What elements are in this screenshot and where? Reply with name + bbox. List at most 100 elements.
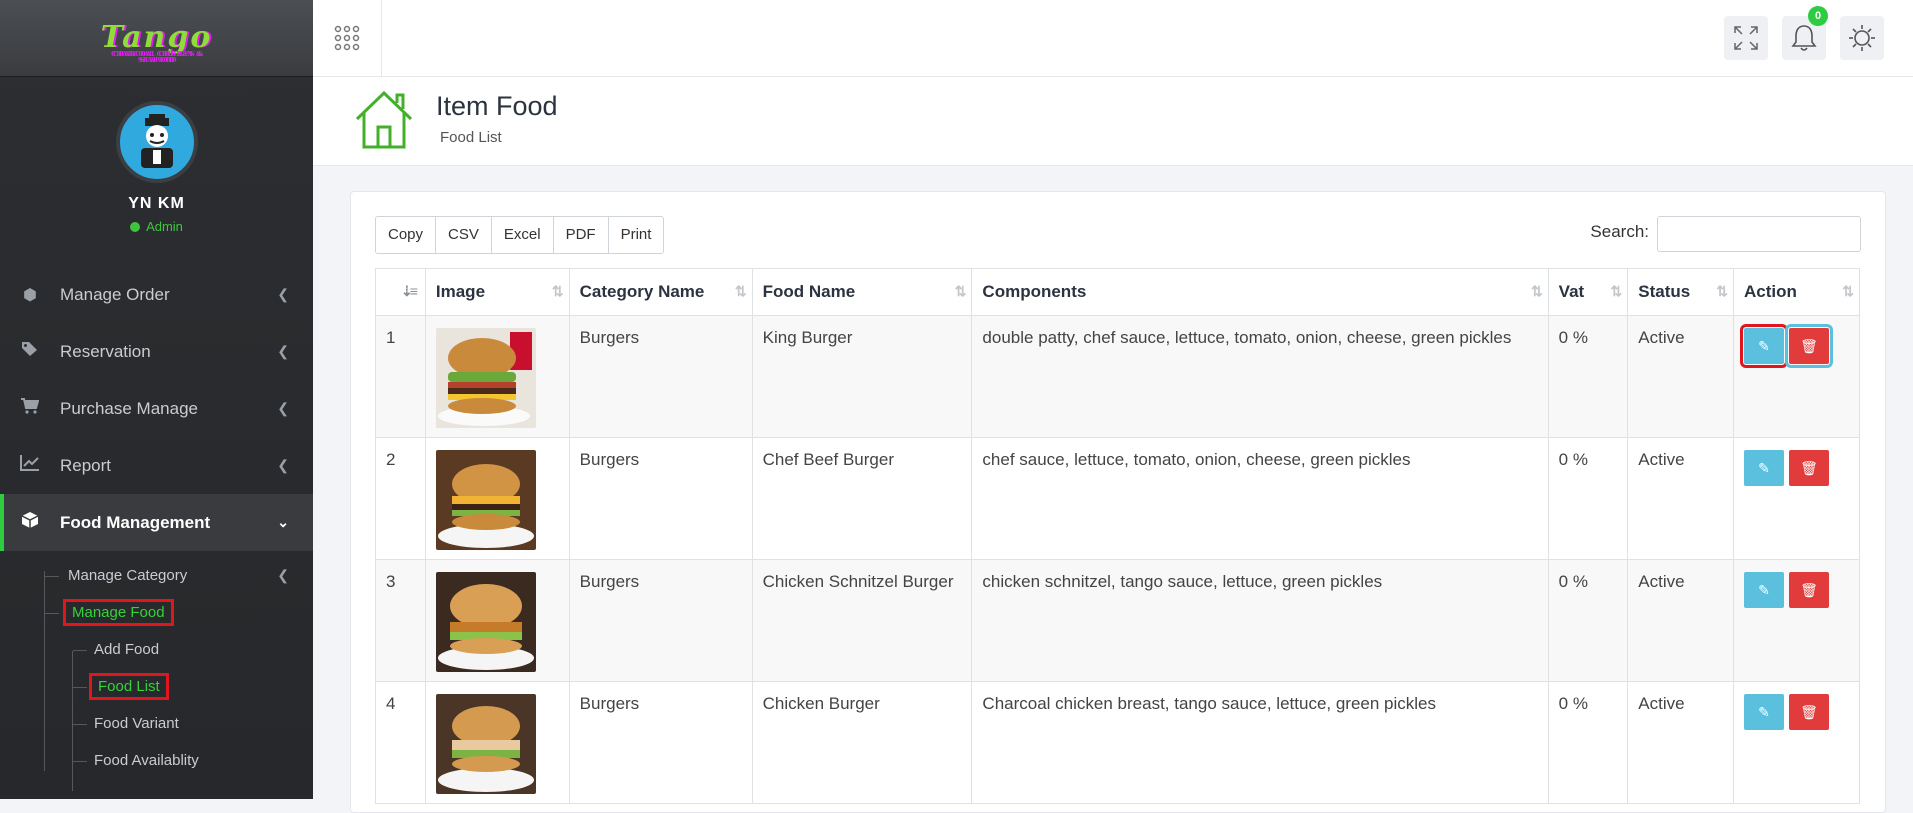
apps-grid-button[interactable] [313,0,382,76]
submenu-add-food[interactable]: Add Food [0,631,313,668]
chevron-left-icon: ❮ [277,457,289,473]
sidebar-item-reservation[interactable]: Reservation ❮ [0,323,313,380]
table-row: 1 Burgers King Burger double patty, chef… [375,315,1860,438]
food-image[interactable] [435,450,536,550]
food-image[interactable] [435,328,536,428]
sort-icon: ⇅ [551,283,564,299]
sidebar-menu: ⬢ Manage Order ❮ Reservation ❮ Purchase … [0,266,313,791]
sort-icon: ⇅ [734,283,747,299]
page-header: Item Food Food List [313,77,1913,166]
pdf-button[interactable]: PDF [553,217,609,253]
column-header-vat[interactable]: Vat ⇅ [1547,268,1629,316]
sidebar-item-manage-order[interactable]: ⬢ Manage Order ❮ [0,266,313,323]
edit-button[interactable]: ✎ [1744,694,1784,730]
submenu-manage-food[interactable]: Manage Food [0,594,313,631]
column-header-image[interactable]: Image ⇅ [424,268,570,316]
tree-dash [73,686,87,688]
sidebar-item-label: Food Management [60,512,211,532]
brand-bar: Tango CHARCOAL CHICKEN & SEAFOOD [0,0,313,77]
column-header-components[interactable]: Components ⇅ [971,268,1549,316]
row-number: 3 [375,559,426,682]
delete-button[interactable]: 🗑 [1789,572,1829,608]
table-header-row: ⇣≡ Image ⇅ Category Name ⇅ Food Name ⇅ Comp… [375,268,1860,316]
status-cell: Active [1627,681,1734,804]
status-cell: Active [1627,559,1734,682]
sidebar-item-label: Purchase Manage [60,398,198,418]
sort-icon: ⇅ [1716,283,1728,299]
user-role: Admin [0,219,313,234]
apps-grid-icon [334,25,360,51]
column-header-food-name[interactable]: Food Name ⇅ [751,268,973,316]
chef-avatar-icon [140,114,173,168]
export-button-group: Copy CSV Excel PDF Print [375,216,665,254]
notifications-button[interactable]: 0 [1782,6,1828,60]
table-row: 4 Burgers Chicken Burger Charcoal chicke… [375,681,1860,804]
column-header-label: Action [1744,282,1797,301]
submenu-label: Food Variant [94,715,179,732]
row-number: 1 [375,315,426,438]
sidebar-item-report[interactable]: Report ❮ [0,437,313,494]
table-row: 3 Burgers Chicken Schnitzel Burger chick… [375,559,1860,682]
table-row: 2 Burgers Chef Beef Burger chef sauce, l… [375,437,1860,560]
chevron-left-icon: ❮ [277,400,289,416]
trash-icon: 🗑 [1800,581,1818,598]
column-header-number[interactable]: ⇣≡ [375,268,426,316]
column-header-category-name[interactable]: Category Name ⇅ [568,268,753,316]
sidebar-item-label: Manage Order [60,284,170,304]
submenu-label: Add Food [94,641,160,658]
food-image[interactable] [435,572,536,672]
delete-button[interactable]: 🗑 [1789,694,1829,730]
submenu-food-variant[interactable]: Food Variant [0,705,313,742]
category-cell: Burgers [568,315,753,438]
submenu-food-list[interactable]: Food List [0,668,313,705]
line-chart-icon [18,455,42,476]
avatar[interactable] [115,101,198,183]
delete-button[interactable]: 🗑 [1785,324,1833,368]
submenu-manage-category[interactable]: Manage Category ❮ [0,557,313,594]
edit-button[interactable]: ✎ [1744,572,1784,608]
delete-button[interactable]: 🗑 [1789,450,1829,486]
fullscreen-button[interactable] [1724,16,1768,60]
row-number: 4 [375,681,426,804]
print-button[interactable]: Print [608,217,664,253]
status-cell: Active [1627,437,1734,560]
trash-icon: 🗑 [1800,337,1818,354]
sidebar-item-food-management[interactable]: Food Management ⌄ [0,494,313,551]
theme-toggle-button[interactable] [1840,16,1884,60]
column-header-label: Image [435,282,486,301]
sidebar: Tango CHARCOAL CHICKEN & SEAFOOD YN KM A… [0,0,313,799]
column-header-label: Category Name [579,282,705,301]
tree-dash [73,760,87,762]
sort-desc-icon: ⇣≡ [400,283,418,299]
tree-dash [45,612,59,614]
vat-cell: 0 % [1547,315,1629,438]
submenu-food-availability[interactable]: Food Availablity [0,742,313,779]
chevron-left-icon: ❮ [277,567,289,583]
row-number: 2 [375,437,426,560]
pencil-icon: ✎ [1758,703,1770,720]
food-image[interactable] [435,694,536,794]
search-input[interactable] [1657,216,1861,252]
vat-cell: 0 % [1547,559,1629,682]
sidebar-item-purchase-manage[interactable]: Purchase Manage ❮ [0,380,313,437]
edit-button[interactable]: ✎ [1744,450,1784,486]
action-cell: ✎ 🗑 [1733,681,1860,804]
column-header-action[interactable]: Action ⇅ [1733,268,1860,316]
csv-button[interactable]: CSV [436,217,492,253]
user-name: YN KM [128,195,185,212]
chevron-left-icon: ❮ [277,343,289,359]
food-management-submenu: Manage Category ❮ Manage Food Add Food F… [0,551,313,791]
copy-button[interactable]: Copy [376,217,437,253]
chevron-down-icon: ⌄ [277,514,289,530]
sidebar-item-label: Report [60,455,112,475]
column-header-status[interactable]: Status ⇅ [1627,268,1734,316]
notification-count-badge: 0 [1808,6,1828,26]
sun-icon [1849,25,1875,51]
image-cell [424,681,570,804]
brand-logo[interactable]: Tango CHARCOAL CHICKEN & SEAFOOD [101,23,213,64]
column-header-label: Food Name [762,282,856,301]
food-list-card: Copy CSV Excel PDF Print Search: ⇣≡ Imag… [350,191,1886,813]
bell-icon [1791,25,1817,51]
excel-button[interactable]: Excel [491,217,554,253]
edit-button[interactable]: ✎ [1740,324,1788,368]
